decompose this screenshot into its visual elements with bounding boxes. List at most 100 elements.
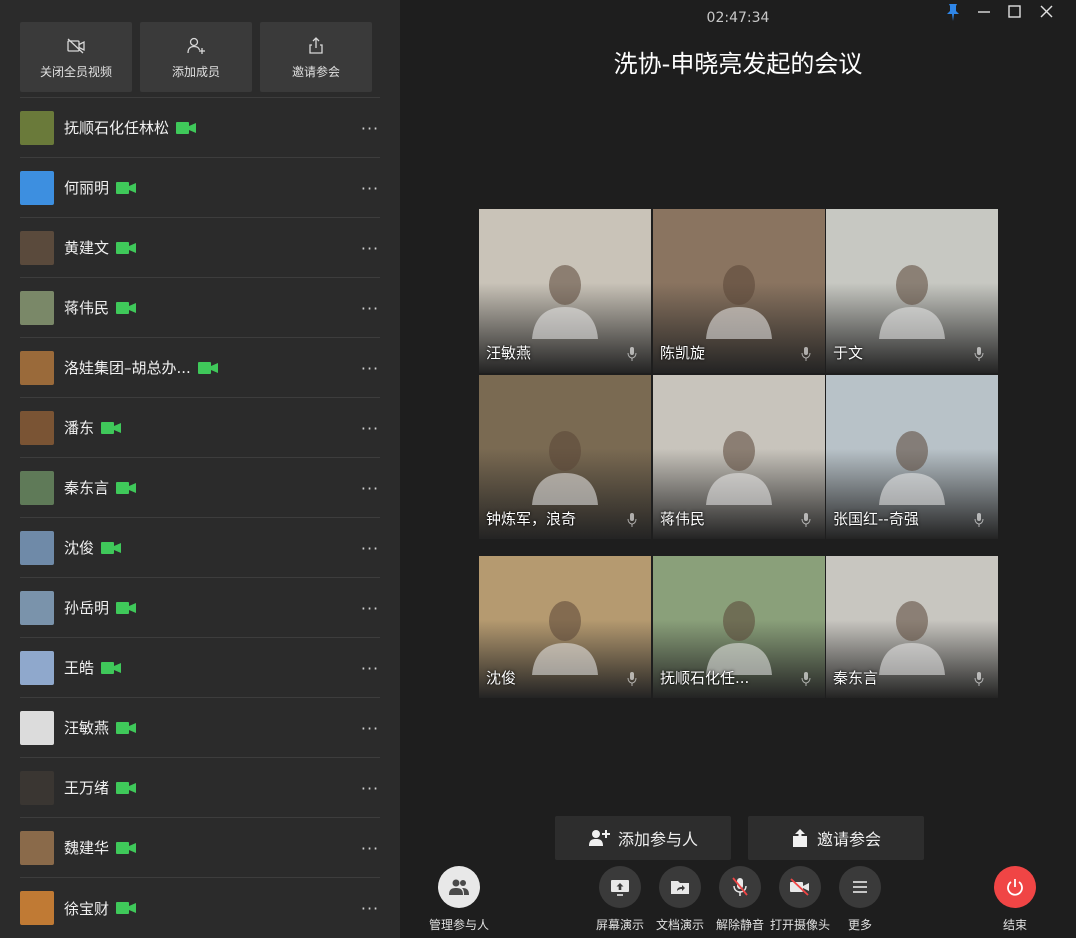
more-button[interactable]: 更多 [830, 866, 890, 933]
member-row[interactable]: 抚顺石化任林松 ··· [20, 98, 380, 158]
participant-name-label: 汪敏燕 [486, 344, 532, 362]
member-row[interactable]: 徐宝财 ··· [20, 878, 380, 938]
camera-circle [779, 866, 821, 908]
video-camera-icon [197, 361, 218, 374]
menu-icon [853, 881, 867, 893]
sidebar-actions: 关闭全员视频 添加成员 邀请参会 [20, 22, 372, 92]
person-silhouette-icon [879, 431, 945, 505]
person-silhouette-icon [879, 601, 945, 675]
video-tile[interactable]: 于文 [826, 209, 998, 373]
add-member-button[interactable]: 添加成员 [140, 22, 252, 92]
member-row[interactable]: 何丽明 ··· [20, 158, 380, 218]
close-icon[interactable] [1034, 2, 1058, 24]
camera-on-label: 打开摄像头 [770, 918, 831, 932]
person-silhouette-icon [879, 265, 945, 339]
member-row[interactable]: 秦东言 ··· [20, 458, 380, 518]
avatar [20, 650, 54, 685]
member-more-button[interactable]: ··· [360, 838, 380, 858]
video-camera-icon [116, 902, 137, 914]
member-more-button[interactable]: ··· [360, 238, 380, 258]
doc-share-button[interactable]: 文档演示 [650, 866, 710, 933]
video-camera-icon [116, 841, 137, 854]
add-participant-button[interactable]: 添加参与人 [555, 816, 731, 860]
video-camera-icon [116, 721, 137, 734]
video-tile[interactable]: 秦东言 [826, 556, 998, 698]
video-camera-icon [116, 481, 137, 494]
video-camera-icon [101, 661, 122, 674]
video-off-icon [67, 38, 85, 53]
video-camera-icon [116, 601, 137, 614]
member-more-button[interactable]: ··· [360, 538, 380, 558]
video-tile[interactable]: 蒋伟民 [653, 375, 825, 539]
participant-sidebar: 关闭全员视频 添加成员 邀请参会 抚顺石化任林松 ··· 何丽明 ··· 黄建文… [0, 0, 400, 938]
unmute-button[interactable]: 解除静音 [710, 866, 770, 933]
member-more-button[interactable]: ··· [360, 778, 380, 798]
person-silhouette-icon [532, 265, 598, 339]
screen-share-button[interactable]: 屏幕演示 [590, 866, 650, 933]
member-more-button[interactable]: ··· [360, 598, 380, 618]
meeting-window: 关闭全员视频 添加成员 邀请参会 抚顺石化任林松 ··· 何丽明 ··· 黄建文… [0, 0, 1076, 938]
video-tile[interactable]: 汪敏燕 [479, 209, 651, 373]
mic-icon [627, 672, 637, 686]
member-more-button[interactable]: ··· [360, 178, 380, 198]
member-more-button[interactable]: ··· [360, 418, 380, 438]
avatar [20, 530, 54, 565]
person-silhouette-icon [706, 601, 772, 675]
member-more-button[interactable]: ··· [360, 298, 380, 318]
mic-icon [974, 513, 984, 527]
member-more-button[interactable]: ··· [360, 118, 380, 138]
member-more-button[interactable]: ··· [360, 898, 380, 918]
disable-all-video-label: 关闭全员视频 [39, 64, 112, 79]
invite-button[interactable]: 邀请参会 [260, 22, 372, 92]
member-row[interactable]: 蒋伟民 ··· [20, 278, 380, 338]
pin-icon[interactable] [941, 2, 965, 24]
video-tile[interactable]: 沈俊 [479, 556, 651, 698]
participants-icon [449, 879, 469, 895]
participant-name-label: 抚顺石化任... [660, 669, 750, 687]
member-name: 潘东 [64, 419, 95, 437]
video-camera-icon [116, 241, 137, 254]
video-tile[interactable]: 钟炼军，浪奇 [479, 375, 651, 539]
member-row[interactable]: 孙岳明 ··· [20, 578, 380, 638]
member-row[interactable]: 王皓 ··· [20, 638, 380, 698]
invite-meeting-button[interactable]: 邀请参会 [748, 816, 924, 860]
member-row[interactable]: 王万绪 ··· [20, 758, 380, 818]
member-name: 王皓 [64, 659, 95, 677]
share-icon [309, 36, 323, 54]
participant-name-label: 陈凯旋 [660, 344, 706, 362]
member-more-button[interactable]: ··· [360, 478, 380, 498]
video-tile[interactable]: 张国红--奇强 [826, 375, 998, 539]
member-row[interactable]: 洛娃集团–胡总办... ··· [20, 338, 380, 398]
member-row[interactable]: 潘东 ··· [20, 398, 380, 458]
member-name: 秦东言 [64, 479, 110, 497]
member-row[interactable]: 魏建华 ··· [20, 818, 380, 878]
unmute-label: 解除静音 [715, 918, 764, 932]
member-row[interactable]: 汪敏燕 ··· [20, 698, 380, 758]
member-name: 洛娃集团–胡总办... [64, 359, 191, 377]
end-meeting-button[interactable]: 结束 [985, 866, 1045, 933]
member-name: 黄建文 [64, 239, 110, 257]
minimize-icon[interactable] [972, 2, 996, 24]
video-tile[interactable]: 陈凯旋 [653, 209, 825, 373]
mic-icon [801, 672, 811, 686]
maximize-icon[interactable] [1002, 2, 1026, 24]
member-more-button[interactable]: ··· [360, 658, 380, 678]
video-camera-icon [116, 781, 137, 794]
member-row[interactable]: 沈俊 ··· [20, 518, 380, 578]
person-silhouette-icon [706, 431, 772, 505]
manage-circle [438, 866, 480, 908]
manage-participants-button[interactable]: 管理参与人 [429, 866, 489, 933]
member-more-button[interactable]: ··· [360, 358, 380, 378]
member-more-button[interactable]: ··· [360, 718, 380, 738]
add-member-label: 添加成员 [171, 64, 220, 79]
disable-all-video-button[interactable]: 关闭全员视频 [20, 22, 132, 92]
avatar [20, 350, 54, 385]
participant-name-label: 蒋伟民 [660, 510, 706, 528]
member-name: 魏建华 [64, 839, 110, 857]
participant-name-label: 张国红--奇强 [833, 510, 919, 528]
camera-on-button[interactable]: 打开摄像头 [770, 866, 830, 933]
avatar [20, 830, 54, 865]
video-tile[interactable]: 抚顺石化任... [653, 556, 825, 698]
member-row[interactable]: 黄建文 ··· [20, 218, 380, 278]
screen-share-icon [611, 880, 629, 896]
